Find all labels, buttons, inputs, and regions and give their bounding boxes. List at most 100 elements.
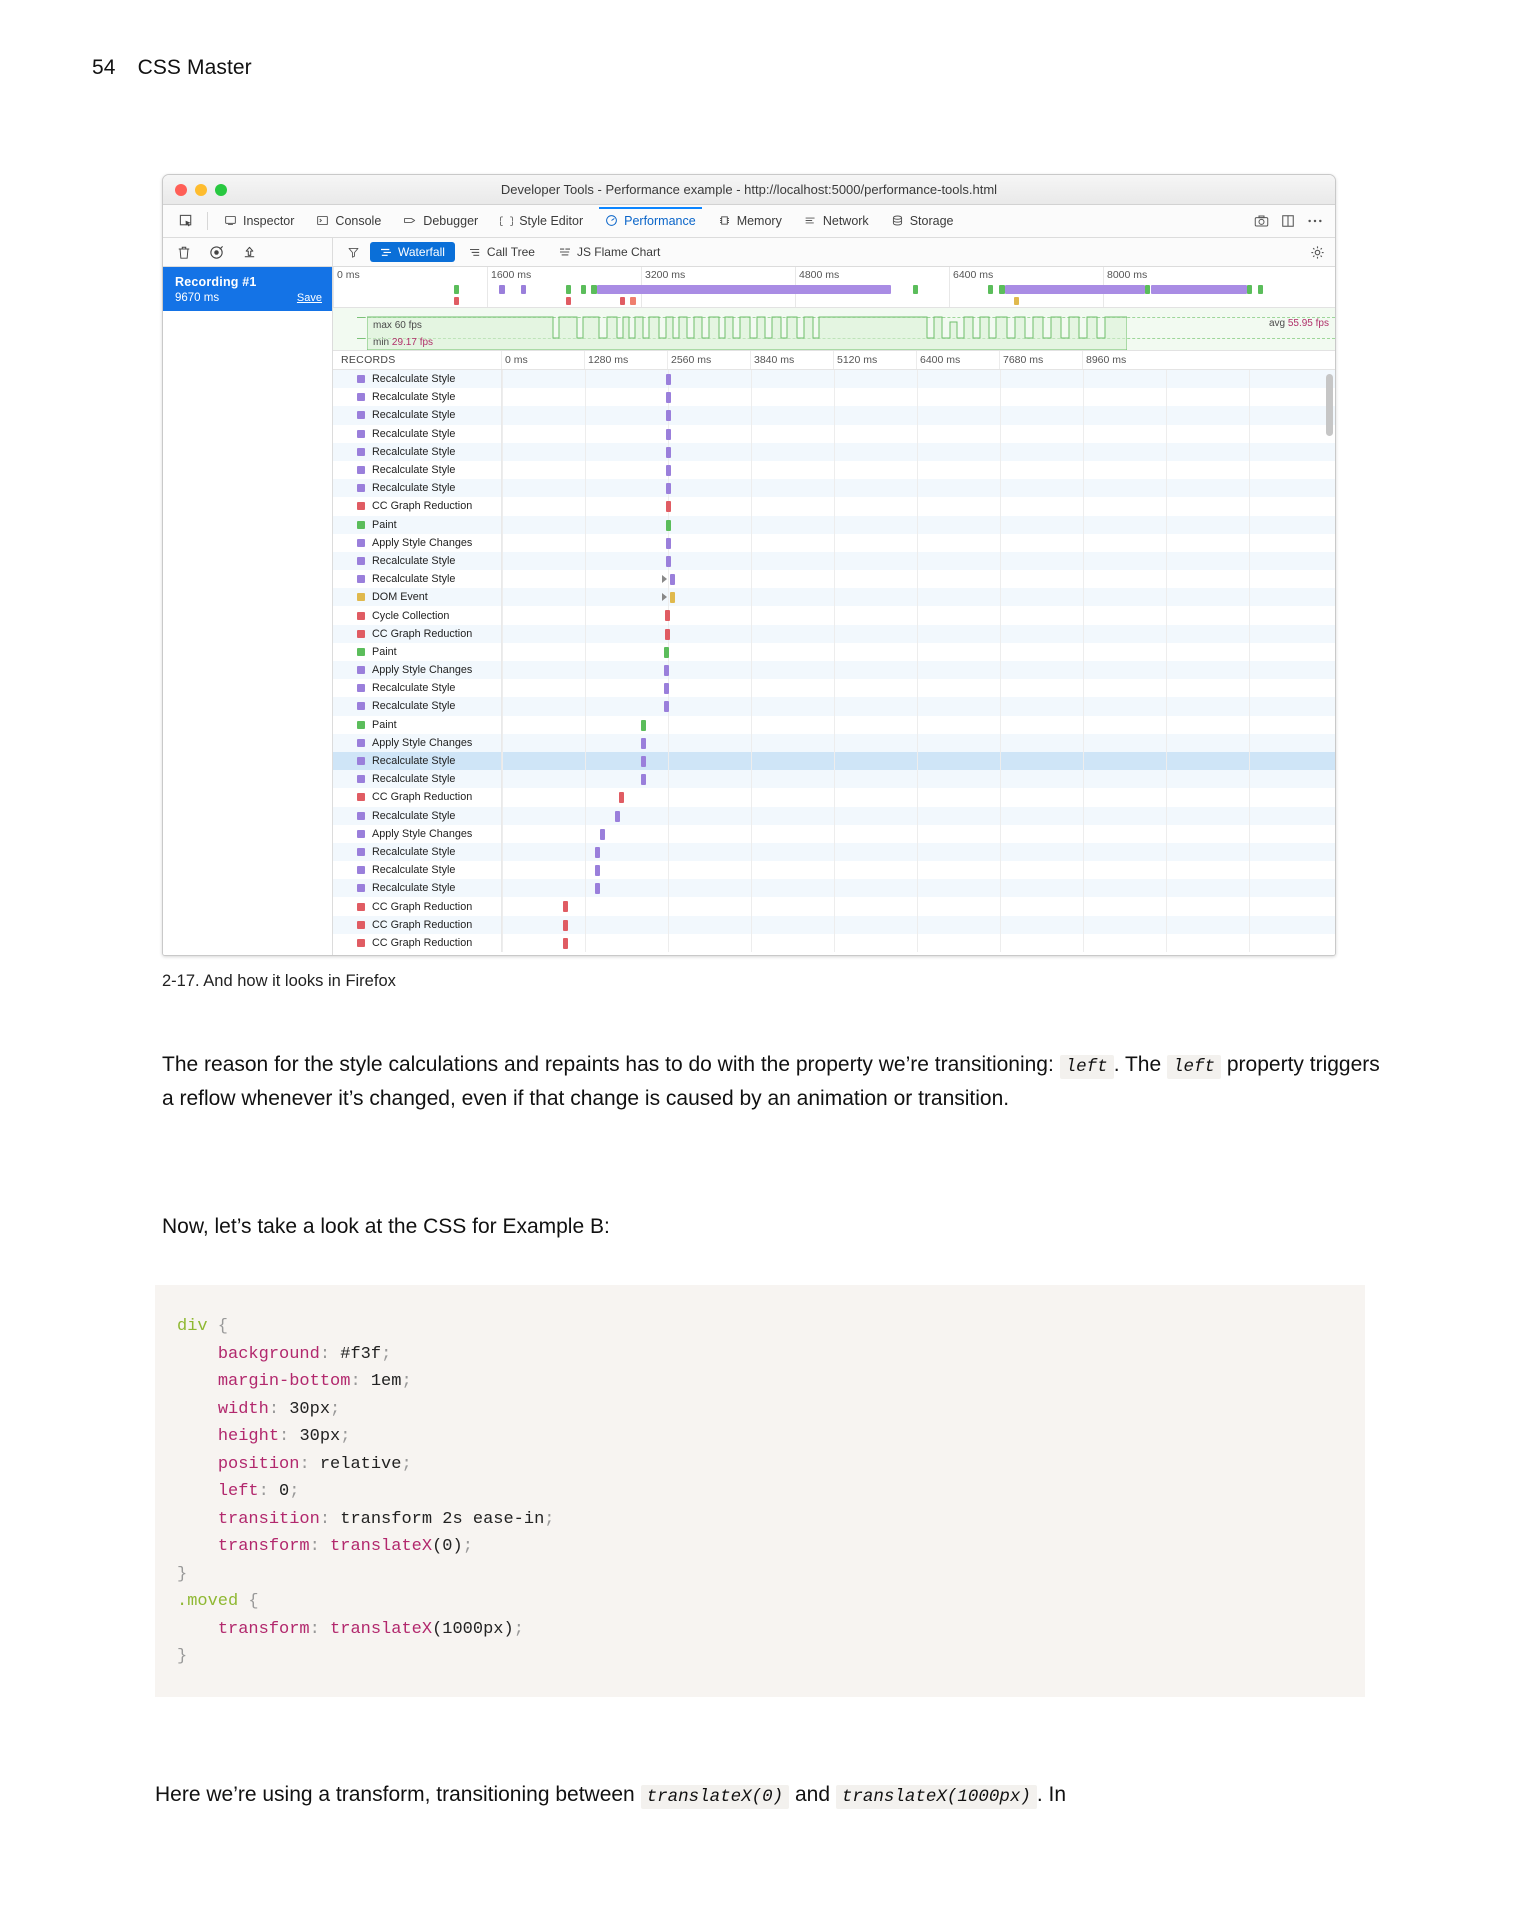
recording-save-link[interactable]: Save <box>297 292 322 304</box>
records-row-bar[interactable] <box>666 555 671 567</box>
records-expand-triangle-icon[interactable] <box>661 575 667 584</box>
records-row[interactable]: DOM Event <box>333 588 1335 607</box>
records-row-bar[interactable] <box>669 574 675 586</box>
tab-storage[interactable]: Storage <box>881 208 964 235</box>
records-row-bar[interactable] <box>641 774 647 786</box>
records-row-bar[interactable] <box>563 937 568 949</box>
records-row-track[interactable] <box>501 842 1335 862</box>
records-row-track[interactable] <box>501 460 1335 480</box>
records-row-bar[interactable] <box>666 410 671 422</box>
records-row[interactable]: Apply Style Changes <box>333 824 1335 843</box>
records-row[interactable]: Paint <box>333 642 1335 661</box>
records-row-bar[interactable] <box>594 883 600 895</box>
records-row-bar[interactable] <box>666 428 671 440</box>
view-js-flame-chart[interactable]: JS Flame Chart <box>549 242 670 262</box>
records-row-track[interactable] <box>501 515 1335 534</box>
records-row-track[interactable] <box>501 551 1335 571</box>
records-row[interactable]: Recalculate Style <box>333 551 1335 571</box>
records-row[interactable]: CC Graph Reduction <box>333 624 1335 643</box>
records-row[interactable]: Recalculate Style <box>333 806 1335 825</box>
records-row[interactable]: Recalculate Style <box>333 406 1335 425</box>
records-row[interactable]: CC Graph Reduction <box>333 788 1335 807</box>
records-row-track[interactable] <box>501 697 1335 716</box>
records-row-track[interactable] <box>501 788 1335 807</box>
records-row-bar[interactable] <box>666 392 671 404</box>
records-row-bar[interactable] <box>664 646 669 658</box>
records-row-bar[interactable] <box>641 737 647 749</box>
records-row[interactable]: Apply Style Changes <box>333 733 1335 752</box>
records-row-track[interactable] <box>501 479 1335 498</box>
records-row-track[interactable] <box>501 570 1335 589</box>
records-row[interactable]: CC Graph Reduction <box>333 497 1335 516</box>
records-row[interactable]: Recalculate Style <box>333 861 1335 880</box>
records-row-track[interactable] <box>501 424 1335 443</box>
records-row-track[interactable] <box>501 824 1335 843</box>
records-row-track[interactable] <box>501 715 1335 734</box>
records-row[interactable]: Recalculate Style <box>333 697 1335 716</box>
records-row-track[interactable] <box>501 406 1335 425</box>
close-window-icon[interactable] <box>175 183 187 196</box>
records-row-bar[interactable] <box>666 446 671 458</box>
records-row-track[interactable] <box>501 679 1335 698</box>
gear-icon[interactable] <box>1310 245 1335 260</box>
import-icon[interactable] <box>242 245 257 260</box>
records-row-track[interactable] <box>501 933 1335 952</box>
records-row-bar[interactable] <box>666 483 671 495</box>
records-row[interactable]: Recalculate Style <box>333 770 1335 789</box>
records-row-bar[interactable] <box>563 901 568 913</box>
records-row-track[interactable] <box>501 806 1335 825</box>
records-row-bar[interactable] <box>669 592 675 604</box>
records-row-bar[interactable] <box>666 501 671 513</box>
recording-item-1[interactable]: Recording #1 9670 ms Save <box>163 267 332 311</box>
records-row[interactable]: Recalculate Style <box>333 460 1335 480</box>
element-picker-icon[interactable] <box>171 209 201 233</box>
records-row-track[interactable] <box>501 915 1335 934</box>
records-row[interactable]: Recalculate Style <box>333 442 1335 461</box>
records-row-track[interactable] <box>501 497 1335 516</box>
screenshot-icon[interactable] <box>1254 214 1269 228</box>
records-row[interactable]: Paint <box>333 715 1335 734</box>
tab-performance[interactable]: Performance <box>595 206 706 235</box>
records-row[interactable]: Recalculate Style <box>333 479 1335 498</box>
records-row-bar[interactable] <box>665 628 670 640</box>
trash-icon[interactable] <box>177 245 191 260</box>
records-row[interactable]: Recalculate Style <box>333 570 1335 589</box>
records-row-track[interactable] <box>501 861 1335 880</box>
responsive-layout-icon[interactable] <box>1281 214 1295 228</box>
records-expand-triangle-icon[interactable] <box>661 593 667 602</box>
records-row[interactable]: Apply Style Changes <box>333 533 1335 552</box>
records-row-bar[interactable] <box>664 683 669 695</box>
records-row-bar[interactable] <box>641 719 647 731</box>
tab-memory[interactable]: Memory <box>708 208 792 235</box>
records-row-bar[interactable] <box>665 610 670 622</box>
records-row[interactable]: Recalculate Style <box>333 388 1335 407</box>
overview-ruler[interactable]: 0 ms 1600 ms 3200 ms 4800 ms 6400 ms 800… <box>333 267 1335 308</box>
tab-console[interactable]: Console <box>306 208 391 235</box>
records-timescale[interactable]: 0 ms 1280 ms 2560 ms 3840 ms 5120 ms 640… <box>501 351 1335 369</box>
records-row[interactable]: Recalculate Style <box>333 424 1335 443</box>
window-traffic-lights[interactable] <box>175 183 227 196</box>
records-row[interactable]: CC Graph Reduction <box>333 897 1335 916</box>
records-row-track[interactable] <box>501 533 1335 552</box>
records-row-bar[interactable] <box>664 701 669 713</box>
records-row-track[interactable] <box>501 642 1335 661</box>
records-row[interactable]: Recalculate Style <box>333 370 1335 389</box>
records-row[interactable]: CC Graph Reduction <box>333 933 1335 952</box>
records-row[interactable]: CC Graph Reduction <box>333 915 1335 934</box>
records-row-bar[interactable] <box>666 519 671 531</box>
records-row-track[interactable] <box>501 897 1335 916</box>
records-row-bar[interactable] <box>563 919 568 931</box>
view-waterfall[interactable]: Waterfall <box>370 242 455 262</box>
records-row-track[interactable] <box>501 624 1335 643</box>
filter-icon[interactable] <box>347 246 360 259</box>
tab-inspector[interactable]: Inspector <box>214 208 304 235</box>
records-row[interactable]: Apply Style Changes <box>333 661 1335 680</box>
tab-style-editor[interactable]: { } Style Editor <box>490 208 593 235</box>
view-call-tree[interactable]: Call Tree <box>459 242 545 262</box>
records-row[interactable]: Recalculate Style <box>333 879 1335 898</box>
records-row-track[interactable] <box>501 442 1335 461</box>
records-scrollbar[interactable] <box>1326 374 1333 436</box>
more-options-icon[interactable] <box>1307 218 1323 224</box>
records-row-bar[interactable] <box>666 537 671 549</box>
records-row-track[interactable] <box>501 879 1335 898</box>
